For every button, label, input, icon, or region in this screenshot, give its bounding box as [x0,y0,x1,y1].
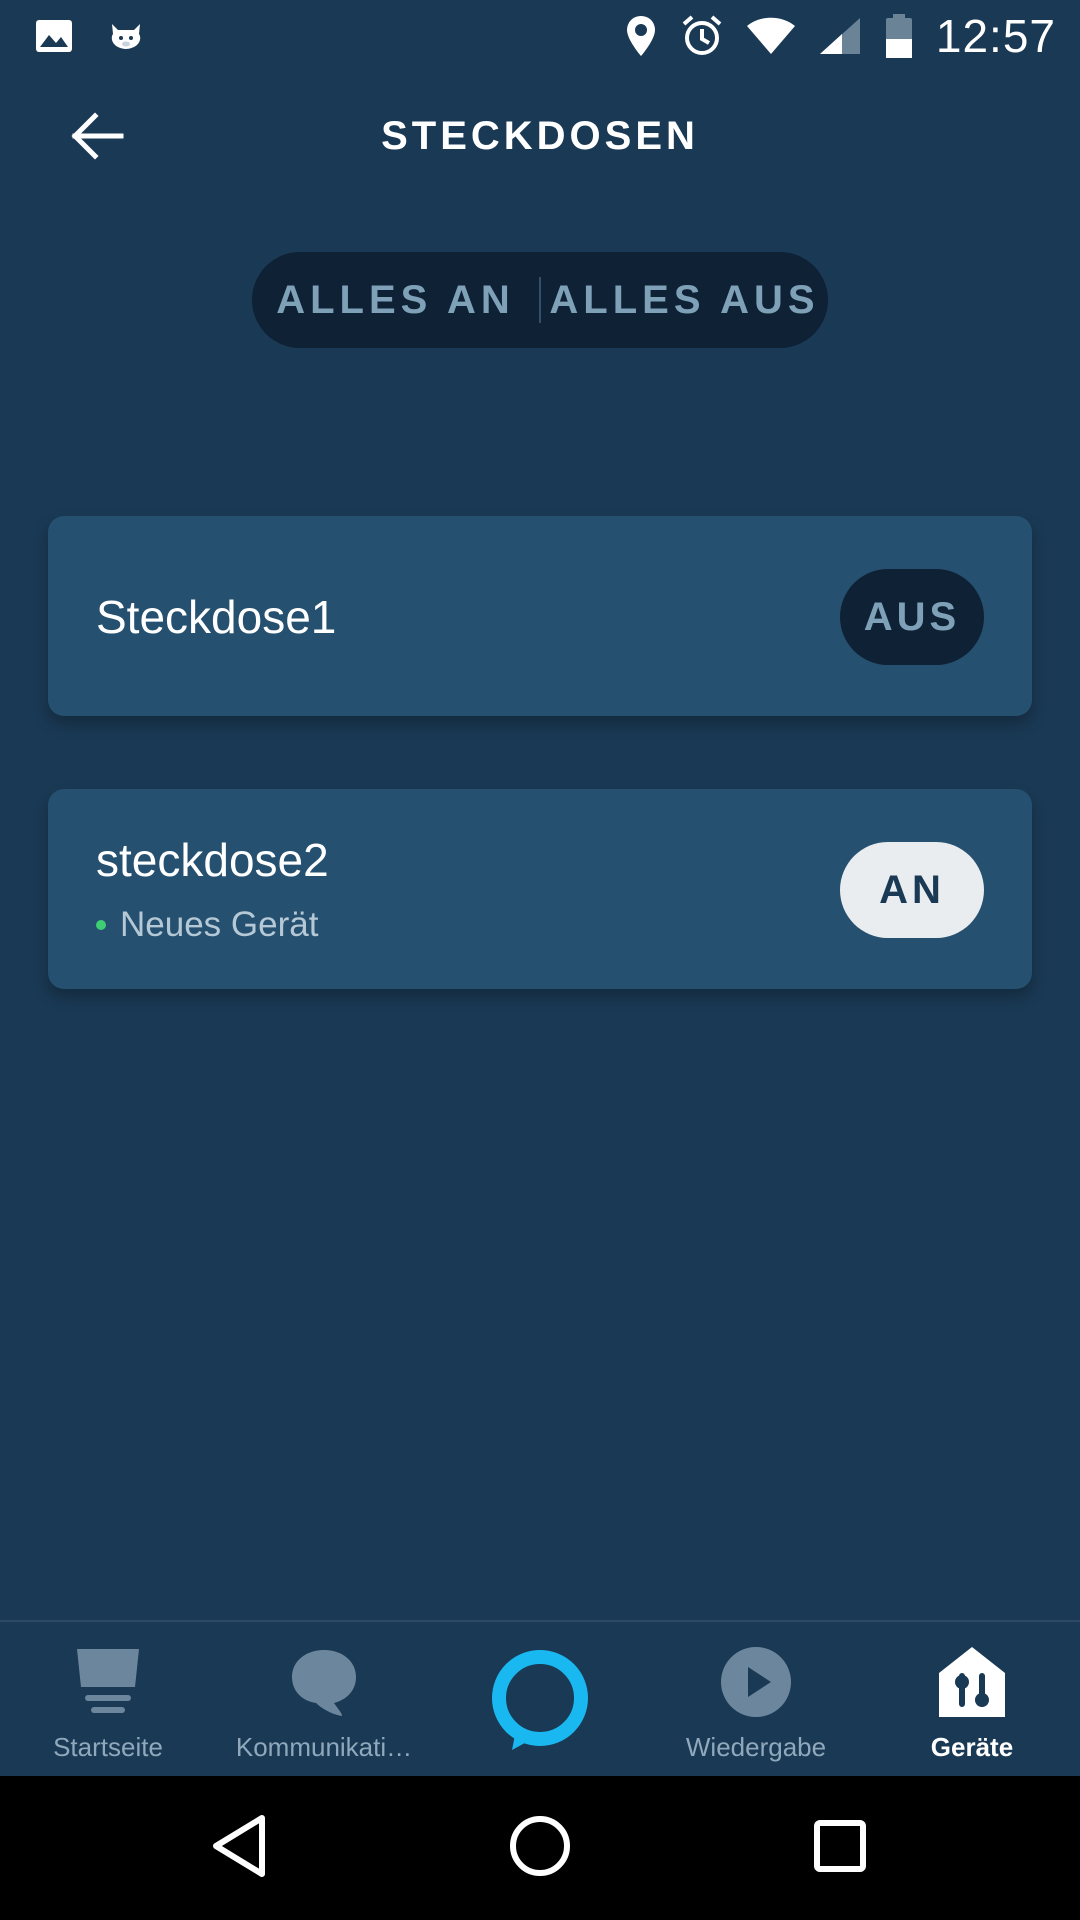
android-nav-bar [0,1776,1080,1920]
nav-label: Geräte [930,1732,1014,1762]
triangle-back-icon [210,1814,270,1883]
battery-icon [884,13,914,59]
screen: 12:57 STECKDOSEN ALLES AN ALLES AUS Stec… [0,0,1080,1920]
device-card-steckdose1[interactable]: Steckdose1 AUS [48,516,1032,716]
speech-bubble-icon [284,1642,364,1722]
bottom-nav: Startseite Kommunikati… Wiedergabe Gerät… [0,1620,1080,1776]
nav-label: Wiedergabe [685,1732,827,1762]
nav-communication[interactable]: Kommunikati… [216,1642,432,1778]
device-power-toggle[interactable]: AN [840,842,984,938]
nav-playback[interactable]: Wiedergabe [648,1642,864,1778]
alexa-ring-icon [486,1650,594,1758]
system-recents-button[interactable] [798,1806,882,1890]
nav-home[interactable]: Startseite [0,1642,216,1778]
system-back-button[interactable] [198,1806,282,1890]
device-name: steckdose2 [96,834,329,886]
devices-home-icon [932,1642,1012,1722]
image-icon [34,16,74,56]
header: STECKDOSEN [0,72,1080,204]
all-toggle-group: ALLES AN ALLES AUS [252,252,828,348]
device-status-text: Neues Gerät [120,905,319,944]
new-device-dot [96,920,106,930]
wifi-icon [746,16,796,56]
signal-icon [818,16,862,56]
device-name: Steckdose1 [96,591,337,643]
alexa-button[interactable] [486,1646,594,1754]
nav-label: Kommunikati… [235,1732,413,1762]
device-subtitle: Neues Gerät [96,905,318,945]
all-on-button[interactable]: ALLES AN [252,252,539,348]
all-off-button[interactable]: ALLES AUS [541,252,828,348]
circle-home-icon [509,1815,571,1882]
system-home-button[interactable] [498,1806,582,1890]
nav-devices[interactable]: Geräte [864,1642,1080,1778]
location-icon [624,14,658,58]
page-title: STECKDOSEN [381,114,699,158]
status-time: 12:57 [935,10,1056,62]
status-bar: 12:57 [0,0,1080,72]
nav-label: Startseite [53,1732,163,1762]
device-power-toggle[interactable]: AUS [840,569,984,665]
square-recents-icon [813,1819,867,1878]
alarm-icon [680,14,724,58]
pig-icon [106,16,146,56]
home-card-icon [68,1642,148,1722]
device-card-steckdose2[interactable]: steckdose2 Neues Gerät AN [48,789,1032,989]
play-icon [716,1642,796,1722]
